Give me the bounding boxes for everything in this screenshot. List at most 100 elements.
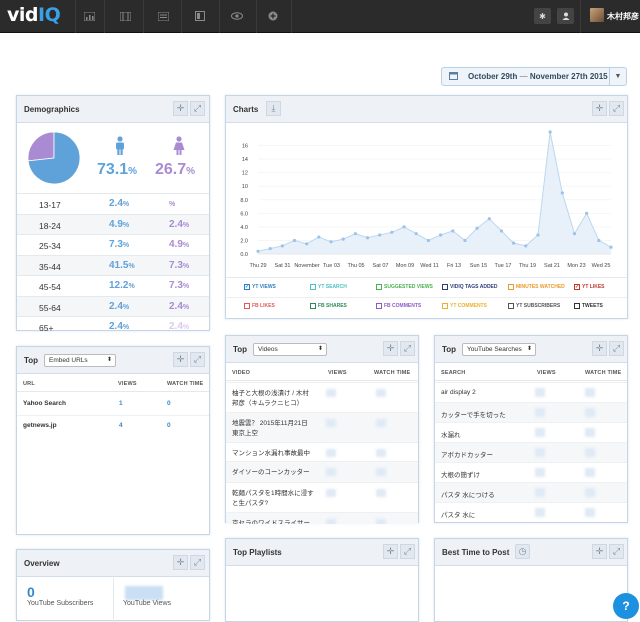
- book-icon[interactable]: [189, 7, 211, 25]
- move-icon[interactable]: ✛: [173, 101, 188, 116]
- data-point[interactable]: [560, 191, 564, 195]
- data-point[interactable]: [438, 233, 443, 237]
- video-title-line1[interactable]: ダイソーのコーンカッター: [232, 466, 310, 476]
- checkbox[interactable]: [244, 303, 250, 309]
- checkbox[interactable]: [376, 303, 382, 309]
- legend-toggle[interactable]: SUGGESTED VIEWS: [376, 284, 433, 290]
- plus-circle-icon[interactable]: [262, 7, 284, 25]
- search-term-cell[interactable]: パスタ 水に: [441, 509, 475, 519]
- search-term-cell[interactable]: アボカドカッター: [441, 449, 493, 459]
- expand-icon[interactable]: ⤢: [609, 101, 624, 116]
- data-point[interactable]: [317, 235, 321, 239]
- legend-toggle[interactable]: TWEETS: [574, 303, 603, 309]
- legend-toggle[interactable]: ✓ YT VIEWS: [244, 284, 276, 290]
- legend-toggle[interactable]: FB COMMENTS: [376, 303, 421, 309]
- checkbox[interactable]: [376, 284, 382, 290]
- move-icon[interactable]: ✛: [173, 352, 188, 367]
- table-row[interactable]: カッターで手を切った: [435, 402, 627, 422]
- search-term-cell[interactable]: air display 2: [441, 389, 476, 396]
- film-icon[interactable]: [114, 7, 136, 25]
- date-range-picker[interactable]: October 29th — November 27th 2015 ▼: [441, 67, 627, 86]
- checkbox[interactable]: [574, 303, 580, 309]
- legend-toggle[interactable]: YT SUBSCRIBERS: [508, 303, 560, 309]
- table-row[interactable]: air display 2: [435, 382, 627, 402]
- data-point[interactable]: [390, 230, 394, 234]
- video-title-line2[interactable]: 邦彦（キムラクニヒコ）: [232, 397, 303, 407]
- data-point[interactable]: [499, 229, 504, 233]
- table-row[interactable]: マンション水漏れ事故最中: [226, 442, 418, 461]
- table-row[interactable]: 柚子と大根の浅漬け / 木村 邦彦（キムラクニヒコ）: [226, 382, 418, 412]
- data-point[interactable]: [268, 246, 272, 251]
- list-icon[interactable]: [152, 7, 174, 25]
- top-type-select[interactable]: Videos ⬍: [253, 343, 327, 356]
- move-icon[interactable]: ✛: [592, 544, 607, 559]
- data-point[interactable]: [451, 229, 455, 233]
- chevron-down-icon[interactable]: ▼: [609, 68, 626, 85]
- table-row[interactable]: アボカドカッター: [435, 442, 627, 462]
- legend-toggle[interactable]: FB SHARES: [310, 303, 347, 309]
- search-term-cell[interactable]: 大根の簡ずけ: [441, 469, 480, 479]
- video-title-line1[interactable]: 乾麺パスタを1時間水に浸す: [232, 487, 314, 497]
- data-point[interactable]: [329, 240, 333, 244]
- expand-icon[interactable]: ⤢: [190, 101, 205, 116]
- expand-icon[interactable]: ⤢: [190, 352, 205, 367]
- download-icon[interactable]: ⤓: [266, 101, 281, 116]
- data-point[interactable]: [475, 226, 479, 230]
- data-point[interactable]: [426, 238, 431, 243]
- expand-icon[interactable]: ⤢: [400, 544, 415, 559]
- data-point[interactable]: [512, 241, 516, 245]
- url-cell[interactable]: getnews.jp: [23, 422, 57, 429]
- checkbox[interactable]: [442, 284, 448, 290]
- data-point[interactable]: [305, 242, 309, 246]
- legend-toggle[interactable]: MINUTES WATCHED: [508, 284, 565, 290]
- search-term-cell[interactable]: パスタ 水につける: [441, 489, 495, 499]
- table-row[interactable]: 乾麺パスタを1時間水に浸す と生パスタ?: [226, 482, 418, 512]
- expand-icon[interactable]: ⤢: [609, 544, 624, 559]
- expand-icon[interactable]: ⤢: [609, 341, 624, 356]
- legend-toggle[interactable]: VIDIQ TAGS ADDED: [442, 284, 498, 290]
- table-row[interactable]: 水漏れ: [435, 422, 627, 442]
- avatar[interactable]: [590, 8, 604, 22]
- eye-icon[interactable]: [226, 7, 248, 25]
- legend-toggle[interactable]: YT COMMENTS: [442, 303, 487, 309]
- clock-icon[interactable]: ◷: [515, 544, 530, 559]
- table-row[interactable]: 京セラのワイドスライサー: [226, 512, 418, 524]
- search-term-cell[interactable]: 水漏れ: [441, 429, 461, 439]
- data-point[interactable]: [548, 130, 552, 134]
- username[interactable]: 木村邦彦: [607, 11, 639, 22]
- legend-toggle[interactable]: FB LIKES: [244, 303, 275, 309]
- data-point[interactable]: [292, 238, 297, 243]
- bar-chart-icon[interactable]: [78, 7, 100, 25]
- data-point[interactable]: [597, 238, 601, 243]
- table-row[interactable]: Yahoo Search 1 0: [17, 393, 209, 415]
- legend-toggle[interactable]: ✓ YT LIKES: [574, 284, 605, 290]
- data-point[interactable]: [524, 244, 528, 248]
- data-point[interactable]: [378, 233, 382, 237]
- video-title-line1[interactable]: 柚子と大根の浅漬け / 木村: [232, 387, 309, 397]
- legend-toggle[interactable]: YT SEARCH: [310, 284, 347, 290]
- data-point[interactable]: [585, 211, 589, 215]
- vidiq-logo[interactable]: vidIQ: [7, 4, 61, 26]
- table-row[interactable]: パスタ 水につける: [435, 482, 627, 502]
- checkbox[interactable]: [310, 303, 316, 309]
- settings-gear-icon[interactable]: ✱: [534, 8, 551, 24]
- video-title-line2[interactable]: と生パスタ?: [232, 497, 268, 507]
- embed-type-select[interactable]: Embed URLs ⬍: [44, 354, 116, 367]
- checkbox[interactable]: ✓: [244, 284, 250, 290]
- data-point[interactable]: [341, 237, 345, 241]
- top-type-select[interactable]: YouTube Searches ⬍: [462, 343, 536, 356]
- move-icon[interactable]: ✛: [592, 341, 607, 356]
- search-term-cell[interactable]: カッターで手を切った: [441, 409, 506, 419]
- table-row[interactable]: 大根の簡ずけ: [435, 462, 627, 482]
- move-icon[interactable]: ✛: [173, 555, 188, 570]
- video-title-line1[interactable]: 京セラのワイドスライサー: [232, 517, 310, 524]
- user-profile-icon[interactable]: [557, 8, 574, 24]
- help-chat-button[interactable]: ?: [613, 593, 639, 619]
- data-point[interactable]: [572, 232, 577, 236]
- table-row[interactable]: ダイソーのコーンカッター: [226, 461, 418, 482]
- data-point[interactable]: [280, 244, 284, 248]
- table-row[interactable]: パスタ 水に: [435, 502, 627, 522]
- expand-icon[interactable]: ⤢: [400, 341, 415, 356]
- data-point[interactable]: [463, 238, 467, 243]
- checkbox[interactable]: ✓: [574, 284, 580, 290]
